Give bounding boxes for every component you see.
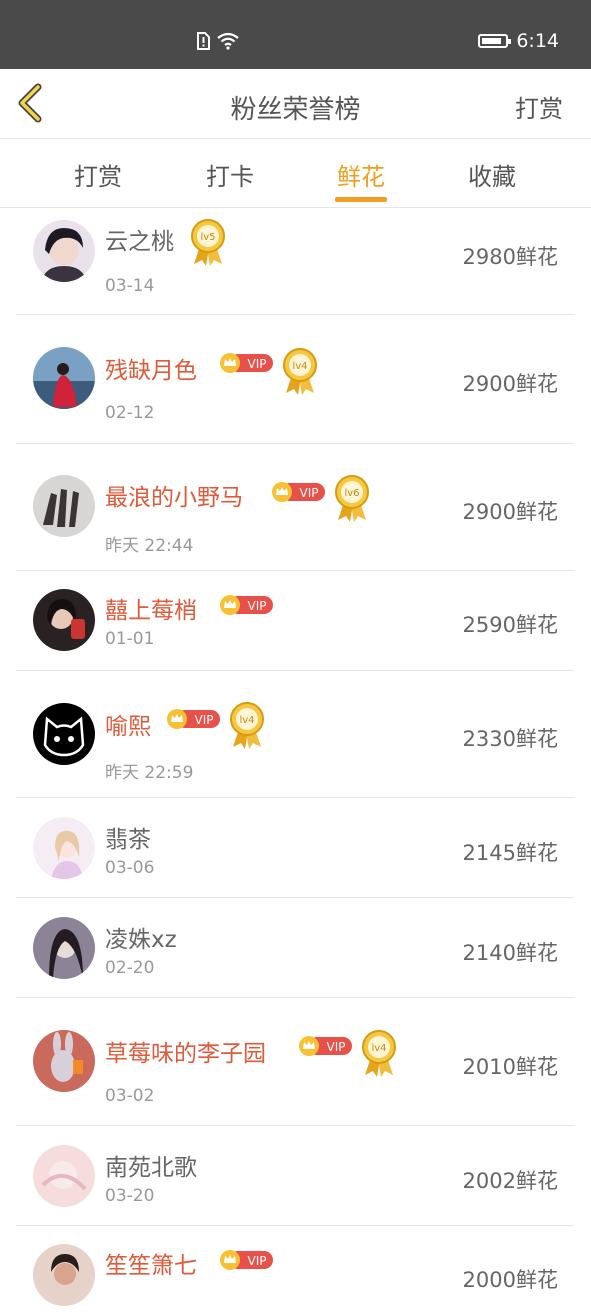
- user-name: 南苑北歌: [105, 1155, 197, 1181]
- list-item[interactable]: 云之桃 lv5 03-14 2980鲜花: [16, 208, 574, 315]
- user-name: 囍上莓梢: [105, 598, 197, 624]
- date-text: 03-02: [105, 1086, 155, 1106]
- user-name: 喻熙: [105, 714, 151, 740]
- status-bar: 6:14: [0, 0, 591, 69]
- title-bar: 粉丝荣誉榜 打赏: [0, 69, 591, 139]
- reward-button[interactable]: 打赏: [515, 89, 563, 124]
- avatar[interactable]: [33, 347, 95, 409]
- date-text: 03-06: [105, 858, 155, 878]
- tab-favorites[interactable]: 收藏: [452, 157, 532, 192]
- vip-text: VIP: [300, 486, 319, 500]
- vip-text: VIP: [327, 1040, 346, 1054]
- flower-amount: 2000鲜花: [462, 1268, 558, 1292]
- tab-reward[interactable]: 打赏: [58, 157, 138, 192]
- list-item[interactable]: 笙笙箫七 VIP 2000鲜花: [16, 1226, 574, 1316]
- battery-icon: [478, 34, 512, 48]
- vip-text: VIP: [248, 357, 267, 371]
- level-medal-icon: lv6: [334, 474, 370, 524]
- avatar[interactable]: [33, 1244, 95, 1306]
- level-medal-icon: lv4: [282, 347, 318, 397]
- flower-amount: 2002鲜花: [462, 1169, 558, 1193]
- avatar[interactable]: [33, 917, 95, 979]
- list-item[interactable]: 草莓味的李子园 VIP lv4 03-02 2010鲜花: [16, 998, 574, 1126]
- list-item[interactable]: 南苑北歌 03-20 2002鲜花: [16, 1126, 574, 1226]
- active-tab-indicator: [335, 197, 387, 202]
- avatar[interactable]: [33, 817, 95, 879]
- date-text: 昨天 22:59: [105, 763, 194, 783]
- vip-text: VIP: [195, 713, 214, 727]
- list-item[interactable]: 翡茶 03-06 2145鲜花: [16, 798, 574, 898]
- flower-amount: 2330鲜花: [462, 727, 558, 751]
- sim-alert-icon: [197, 32, 210, 50]
- level-medal-icon: lv4: [361, 1029, 397, 1079]
- list-item[interactable]: 残缺月色 VIP lv4 02-12 2900鲜花: [16, 315, 574, 444]
- vip-badge-icon: VIP: [299, 1036, 352, 1056]
- vip-badge-icon: VIP: [167, 709, 220, 729]
- vip-text: VIP: [248, 599, 267, 613]
- avatar[interactable]: [33, 475, 95, 537]
- list-item[interactable]: 囍上莓梢 VIP 01-01 2590鲜花: [16, 571, 574, 671]
- vip-badge-icon: VIP: [220, 595, 273, 615]
- avatar[interactable]: [33, 1145, 95, 1207]
- user-name: 云之桃: [105, 229, 174, 255]
- level-text: lv5: [200, 232, 215, 243]
- flower-amount: 2980鲜花: [462, 245, 558, 269]
- flower-amount: 2590鲜花: [462, 613, 558, 637]
- date-text: 02-12: [105, 403, 155, 423]
- user-name: 草莓味的李子园: [105, 1041, 266, 1067]
- flower-amount: 2145鲜花: [462, 841, 558, 865]
- level-text: lv4: [371, 1043, 386, 1054]
- user-name: 最浪的小野马: [105, 485, 243, 511]
- status-time: 6:14: [516, 30, 559, 52]
- tab-checkin[interactable]: 打卡: [190, 157, 270, 192]
- level-medal-icon: lv4: [229, 701, 265, 751]
- vip-badge-icon: VIP: [272, 482, 325, 502]
- status-right: 6:14: [478, 30, 559, 52]
- list-item[interactable]: 凌姝xz 02-20 2140鲜花: [16, 898, 574, 998]
- user-name: 凌姝xz: [105, 927, 177, 953]
- level-medal-icon: lv5: [190, 218, 226, 268]
- wifi-icon: [217, 32, 239, 50]
- avatar[interactable]: [33, 220, 95, 282]
- date-text: 03-20: [105, 1186, 155, 1206]
- status-icons: [196, 32, 240, 50]
- date-text: 昨天 22:44: [105, 536, 194, 556]
- level-text: lv4: [239, 715, 254, 726]
- user-name: 笙笙箫七: [105, 1253, 197, 1279]
- list-item[interactable]: 喻熙 VIP lv4 昨天 22:59 2330鲜花: [16, 671, 574, 798]
- flower-amount: 2900鲜花: [462, 500, 558, 524]
- date-text: 03-14: [105, 276, 155, 296]
- date-text: 02-20: [105, 958, 155, 978]
- vip-badge-icon: VIP: [220, 1250, 273, 1270]
- avatar[interactable]: [33, 703, 95, 765]
- avatar[interactable]: [33, 589, 95, 651]
- level-text: lv4: [292, 361, 307, 372]
- tab-flowers[interactable]: 鲜花: [321, 157, 401, 192]
- avatar[interactable]: [33, 1030, 95, 1092]
- flower-amount: 2010鲜花: [462, 1055, 558, 1079]
- level-text: lv6: [344, 488, 359, 499]
- vip-text: VIP: [248, 1254, 267, 1268]
- user-name: 翡茶: [105, 827, 151, 853]
- vip-badge-icon: VIP: [220, 353, 273, 373]
- flower-amount: 2140鲜花: [462, 941, 558, 965]
- tab-bar: 打赏 打卡 鲜花 收藏: [0, 139, 591, 208]
- list-item[interactable]: 最浪的小野马 VIP lv6 昨天 22:44 2900鲜花: [16, 444, 574, 571]
- flower-amount: 2900鲜花: [462, 372, 558, 396]
- user-name: 残缺月色: [105, 358, 197, 384]
- page-title: 粉丝荣誉榜: [230, 95, 361, 125]
- date-text: 01-01: [105, 629, 155, 649]
